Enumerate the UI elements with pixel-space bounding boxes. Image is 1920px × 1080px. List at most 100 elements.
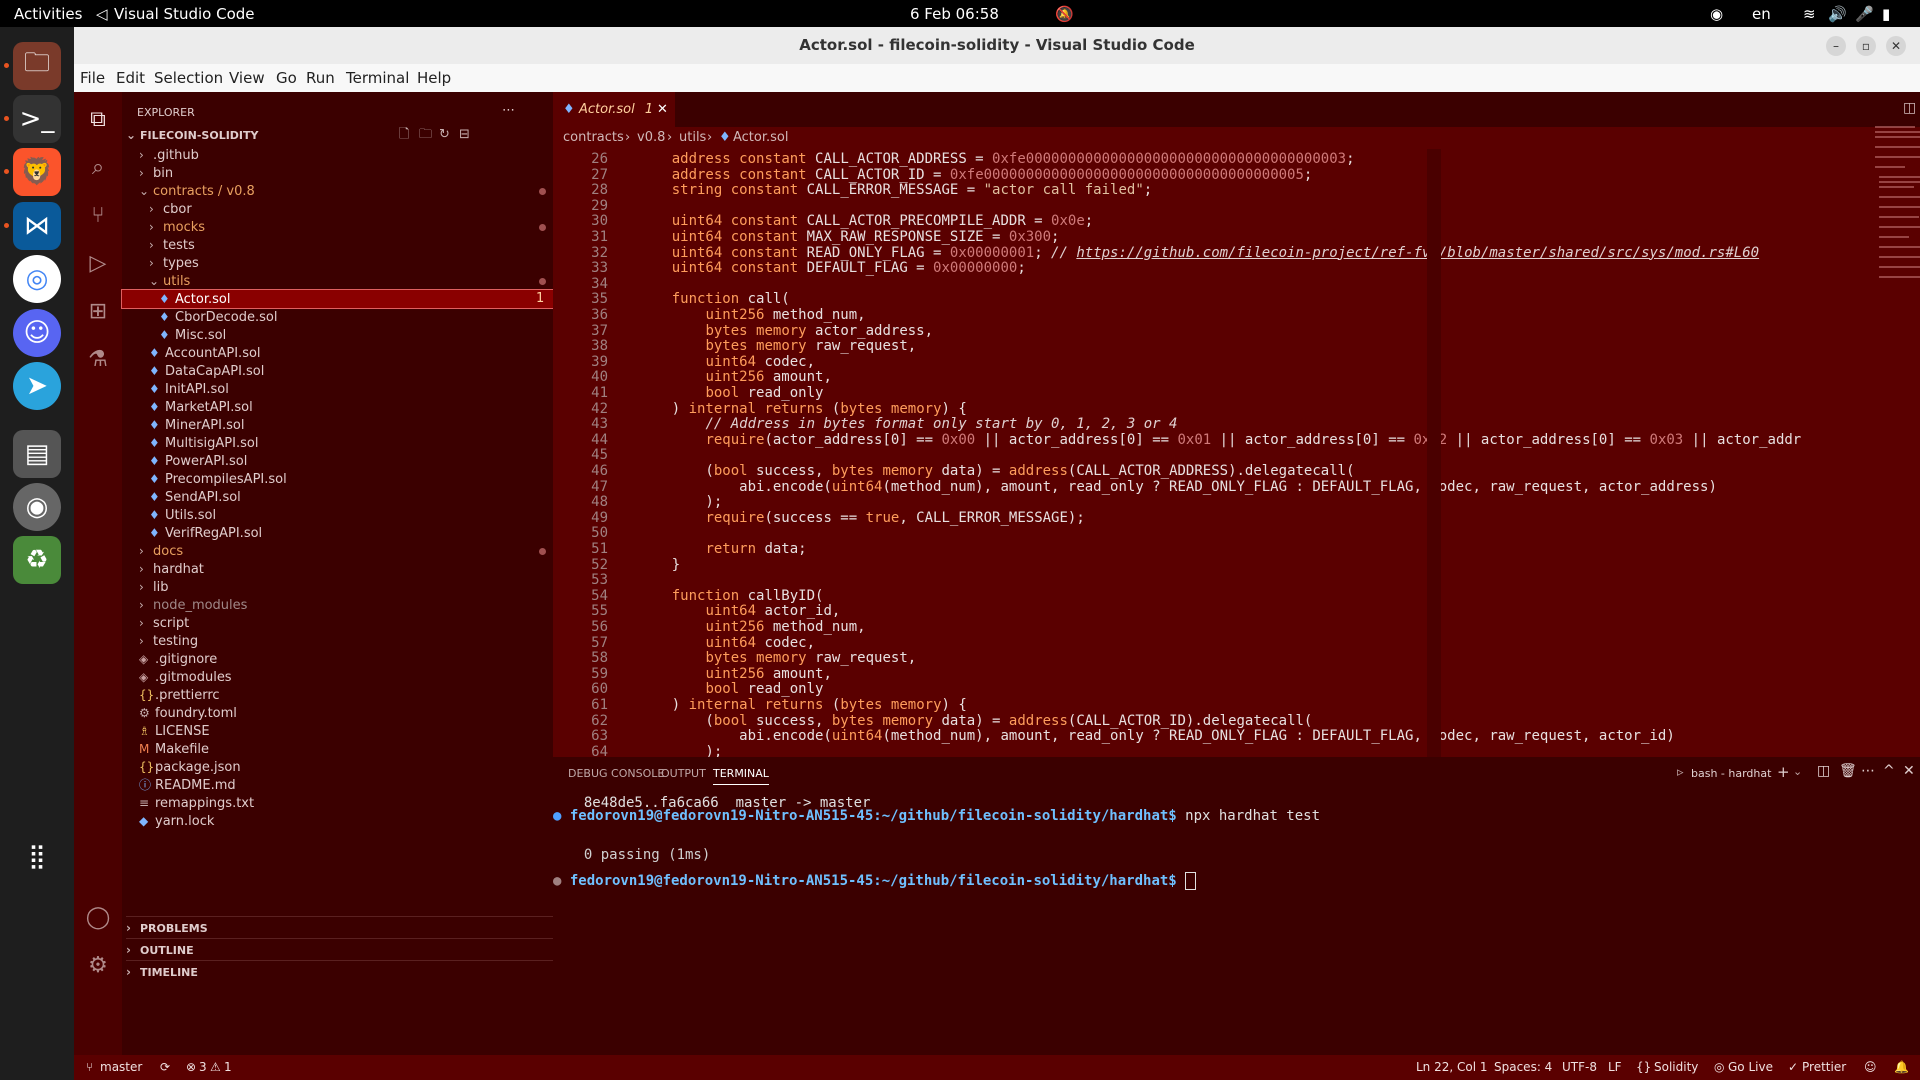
menu-file[interactable]: File: [80, 69, 105, 87]
code-line[interactable]: function call(: [638, 291, 790, 307]
code-line[interactable]: uint64 constant MAX_RAW_RESPONSE_SIZE = …: [638, 229, 1060, 245]
panel-more-icon[interactable]: ⋯: [1861, 763, 1875, 779]
menu-terminal[interactable]: Terminal: [346, 69, 409, 87]
collapse-all-icon[interactable]: ⊟: [459, 124, 470, 146]
tree-item[interactable]: ⚙ foundry.toml: [122, 704, 553, 722]
new-folder-icon[interactable]: 🗀: [419, 124, 432, 146]
code-line[interactable]: }: [638, 557, 680, 573]
code-line[interactable]: function callByID(: [638, 588, 824, 604]
breadcrumb-file[interactable]: Actor.sol: [733, 127, 789, 149]
tab-actor-sol[interactable]: ♦ Actor.sol 1 ✕: [553, 92, 675, 127]
tab-output[interactable]: OUTPUT: [661, 767, 706, 780]
go-live-button[interactable]: Go Live: [1728, 1060, 1773, 1074]
tree-item[interactable]: › hardhat: [122, 560, 553, 578]
telegram-icon[interactable]: ➤: [13, 362, 61, 410]
breadcrumb-v08[interactable]: v0.8: [637, 127, 665, 149]
terminal-icon[interactable]: >_: [13, 95, 61, 143]
trash-icon[interactable]: ♻: [13, 536, 61, 584]
branch-name[interactable]: master: [100, 1060, 142, 1074]
run-debug-icon[interactable]: ▷: [84, 250, 112, 278]
code-line[interactable]: uint256 amount,: [638, 369, 831, 385]
tree-item[interactable]: ♦ PowerAPI.sol: [122, 452, 553, 470]
code-line[interactable]: abi.encode(uint64(method_num), amount, r…: [638, 479, 1717, 495]
code-editor[interactable]: 26 address constant CALL_ACTOR_ADDRESS =…: [553, 149, 1920, 757]
code-line[interactable]: return data;: [638, 541, 806, 557]
vscode-icon[interactable]: ⋈: [13, 202, 61, 250]
minimize-button[interactable]: –: [1826, 36, 1846, 56]
discord-icon[interactable]: ☺: [13, 309, 61, 357]
tree-item[interactable]: ♦ DataCapAPI.sol: [122, 362, 553, 380]
code-line[interactable]: ) internal returns (bytes memory) {: [638, 401, 967, 417]
code-line[interactable]: uint64 actor_id,: [638, 603, 840, 619]
tree-item[interactable]: ♦ Utils.sol: [122, 506, 553, 524]
code-line[interactable]: );: [638, 494, 722, 510]
tab-terminal[interactable]: TERMINAL: [713, 767, 769, 785]
close-tab-icon[interactable]: ✕: [657, 92, 668, 127]
code-line[interactable]: uint64 constant READ_ONLY_FLAG = 0x00000…: [638, 245, 1759, 261]
tree-item[interactable]: › types: [122, 254, 553, 272]
chevron-down-icon[interactable]: ⌄: [1793, 765, 1802, 778]
code-line[interactable]: (bool success, bytes memory data) = addr…: [638, 463, 1354, 479]
prettier-button[interactable]: Prettier: [1802, 1060, 1846, 1074]
menu-edit[interactable]: Edit: [116, 69, 145, 87]
brave-browser-icon[interactable]: 🦁: [13, 148, 61, 196]
breadcrumb-contracts[interactable]: contracts: [563, 127, 624, 149]
new-terminal-icon[interactable]: +: [1777, 763, 1790, 781]
code-line[interactable]: uint256 method_num,: [638, 619, 865, 635]
language-mode[interactable]: Solidity: [1654, 1060, 1698, 1074]
code-line[interactable]: (bool success, bytes memory data) = addr…: [638, 713, 1312, 729]
tree-item[interactable]: › testing: [122, 632, 553, 650]
feedback-icon[interactable]: ☺: [1864, 1060, 1877, 1074]
account-icon[interactable]: ◯: [84, 904, 112, 932]
files-icon[interactable]: 🗀: [13, 42, 61, 90]
tree-item[interactable]: › lib: [122, 578, 553, 596]
tree-item[interactable]: ♦ MultisigAPI.sol: [122, 434, 553, 452]
tree-item[interactable]: ♦ AccountAPI.sol: [122, 344, 553, 362]
tree-item[interactable]: ♦ VerifRegAPI.sol: [122, 524, 553, 542]
maximize-panel-icon[interactable]: ^: [1883, 763, 1895, 779]
code-line[interactable]: );: [638, 744, 722, 757]
maximize-button[interactable]: ▫: [1856, 36, 1876, 56]
volume-icon[interactable]: 🔊: [1828, 5, 1847, 23]
code-line[interactable]: address constant CALL_ACTOR_ID = 0xfe000…: [638, 167, 1313, 183]
timeline-section[interactable]: › TIMELINE: [126, 960, 553, 982]
breadcrumb-utils[interactable]: utils: [679, 127, 706, 149]
tree-item[interactable]: ⌄ utils: [122, 272, 553, 290]
code-line[interactable]: address constant CALL_ACTOR_ADDRESS = 0x…: [638, 151, 1355, 167]
show-apps-icon[interactable]: ⣿: [13, 832, 61, 880]
split-editor-icon[interactable]: ◫: [1903, 100, 1916, 116]
tree-item[interactable]: › cbor: [122, 200, 553, 218]
code-line[interactable]: uint64 codec,: [638, 354, 815, 370]
tree-item[interactable]: ◈ .gitignore: [122, 650, 553, 668]
tree-item[interactable]: › .github: [122, 146, 553, 164]
settings-gear-icon[interactable]: ⚙: [84, 952, 112, 980]
tree-item[interactable]: {}.prettierrc: [122, 686, 553, 704]
close-panel-icon[interactable]: ✕: [1903, 763, 1915, 779]
tree-item[interactable]: ♗ LICENSE: [122, 722, 553, 740]
tree-item[interactable]: › script: [122, 614, 553, 632]
tree-item[interactable]: {}package.json: [122, 758, 553, 776]
menu-view[interactable]: View: [229, 69, 265, 87]
battery-icon[interactable]: ▮: [1882, 5, 1890, 23]
menu-help[interactable]: Help: [417, 69, 451, 87]
extensions-icon[interactable]: ⊞: [84, 298, 112, 326]
tab-debug-console[interactable]: DEBUG CONSOLE: [568, 767, 664, 780]
code-line[interactable]: // Address in bytes format only start by…: [638, 416, 1177, 432]
tree-item[interactable]: ◆ yarn.lock: [122, 812, 553, 830]
code-line[interactable]: string constant CALL_ERROR_MESSAGE = "ac…: [638, 182, 1152, 198]
code-line[interactable]: require(success == true, CALL_ERROR_MESS…: [638, 510, 1084, 526]
code-line[interactable]: uint64 codec,: [638, 635, 815, 651]
app-name[interactable]: Visual Studio Code: [114, 5, 255, 23]
activities-button[interactable]: Activities: [14, 5, 82, 23]
tree-item[interactable]: ♦ Actor.sol 1: [121, 289, 554, 309]
cursor-position[interactable]: Ln 22, Col 1: [1416, 1060, 1488, 1074]
code-line[interactable]: bool read_only: [638, 681, 823, 697]
source-control-icon[interactable]: ⑂: [84, 202, 112, 230]
indentation[interactable]: Spaces: 4: [1494, 1060, 1552, 1074]
tree-item[interactable]: ⌄ contracts / v0.8: [122, 182, 553, 200]
code-line[interactable]: uint256 amount,: [638, 666, 831, 682]
wifi-icon[interactable]: ≋: [1803, 5, 1816, 23]
minimap[interactable]: [1873, 122, 1920, 282]
error-count[interactable]: 3: [199, 1060, 207, 1074]
code-line[interactable]: abi.encode(uint64(method_num), amount, r…: [638, 728, 1675, 744]
